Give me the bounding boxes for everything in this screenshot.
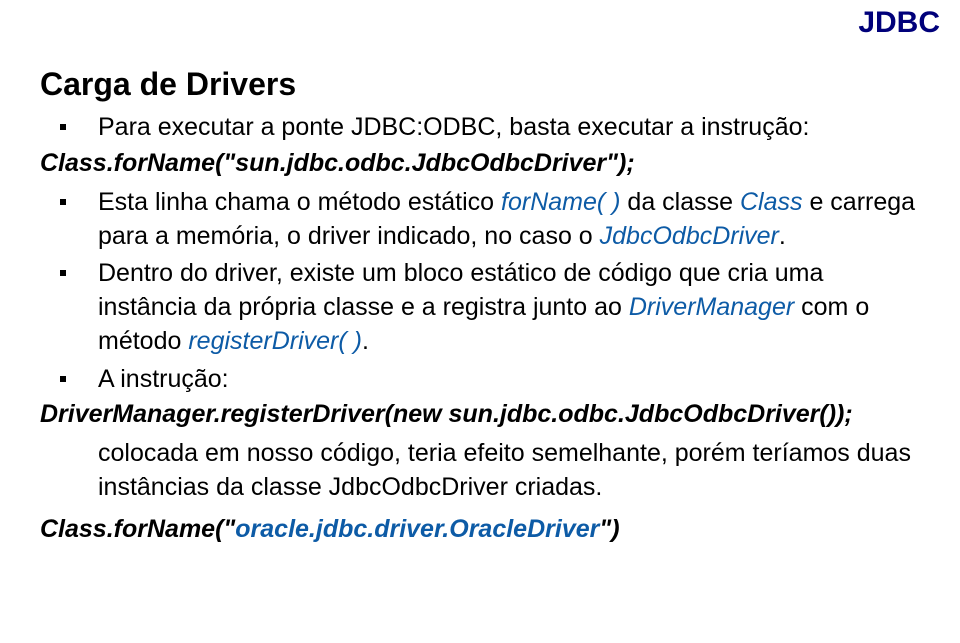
bullet-item-3: Dentro do driver, existe um bloco estáti… xyxy=(60,257,920,358)
slide: JDBC Carga de Drivers Para executar a po… xyxy=(0,0,960,643)
code-line-2: DriverManager.registerDriver(new sun.jdb… xyxy=(40,400,920,429)
bullet-1-text: Para executar a ponte JDBC:ODBC, basta e… xyxy=(98,111,920,145)
slide-heading: Carga de Drivers xyxy=(40,66,920,103)
bullet-2-text: Esta linha chama o método estático forNa… xyxy=(98,186,920,254)
bullet-item-1: Para executar a ponte JDBC:ODBC, basta e… xyxy=(60,111,920,145)
b2-class: Class xyxy=(740,188,803,216)
bullet-item-2: Esta linha chama o método estático forNa… xyxy=(60,186,920,254)
b2-odbc: JdbcOdbcDriver xyxy=(600,222,779,250)
b2-mid: da classe xyxy=(620,188,740,216)
b2-pre: Esta linha chama o método estático xyxy=(98,188,501,216)
b2-end: . xyxy=(779,222,786,250)
bullet-dot-icon xyxy=(60,270,66,276)
line3-a: Class.forName(" xyxy=(40,515,235,543)
b3-end: . xyxy=(362,327,369,355)
b3-dm: DriverManager xyxy=(629,293,794,321)
sub-paragraph: colocada em nosso código, teria efeito s… xyxy=(98,437,920,505)
bullet-3-text: Dentro do driver, existe um bloco estáti… xyxy=(98,257,920,358)
bullet-dot-icon xyxy=(60,199,66,205)
bullet-dot-icon xyxy=(60,124,66,130)
code-line-3: Class.forName("oracle.jdbc.driver.Oracle… xyxy=(40,515,920,544)
bullet-4-text: A instrução: xyxy=(98,363,920,397)
line3-b: oracle.jdbc.driver.OracleDriver xyxy=(235,515,599,543)
bullet-dot-icon xyxy=(60,376,66,382)
line3-c: ") xyxy=(599,515,619,543)
bullet-item-4: A instrução: xyxy=(60,363,920,397)
top-right-label: JDBC xyxy=(858,6,940,40)
b3-reg: registerDriver( ) xyxy=(188,327,362,355)
code-line-1: Class.forName("sun.jdbc.odbc.JdbcOdbcDri… xyxy=(40,149,920,178)
b2-forname: forName( ) xyxy=(501,188,620,216)
